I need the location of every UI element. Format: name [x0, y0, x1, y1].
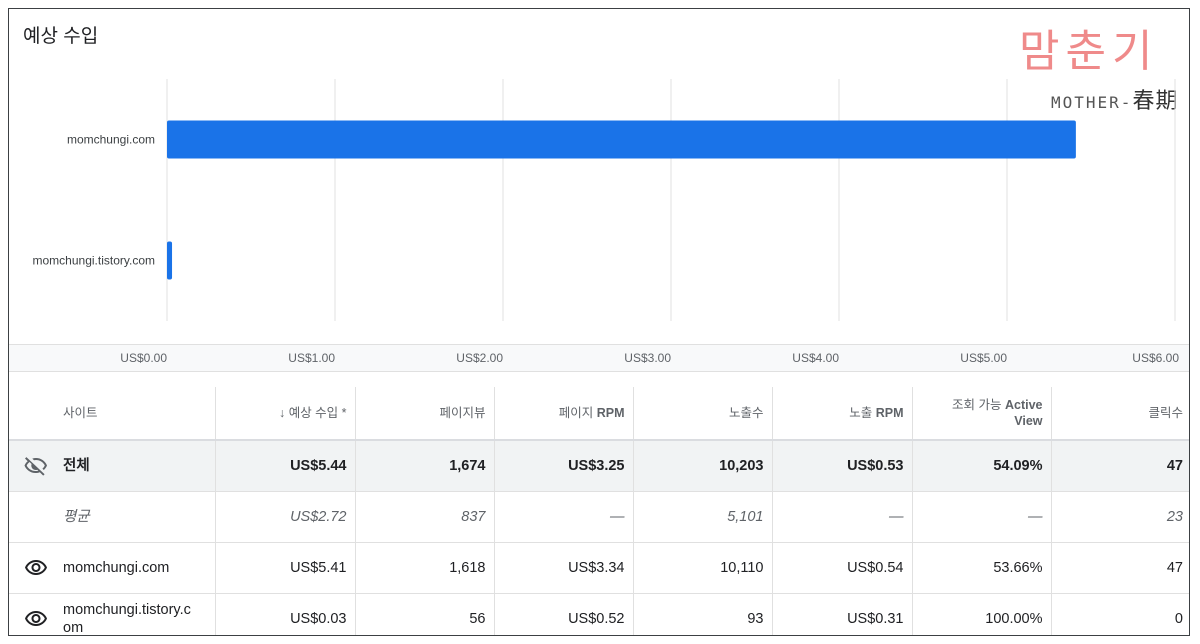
x-tick-label: US$5.00	[960, 351, 1007, 365]
cell-page-rpm: US$0.52	[494, 593, 634, 635]
y-category-label: momchungi.tistory.com	[33, 254, 155, 268]
x-tick-label: US$3.00	[624, 351, 671, 365]
cell-revenue: US$2.72	[215, 491, 356, 543]
cell-active-view: 53.66%	[912, 542, 1052, 594]
cell-site: momchungi.com	[9, 542, 216, 594]
cell-impressions: 93	[633, 593, 773, 635]
site-revenue-table: 사이트 ↓ 예상 수입 * 페이지뷰 페이지 RPM 노출수 노출 RPM 조회…	[9, 387, 1189, 636]
chart-svg: US$0.00 US$1.00 US$2.00 US$3.00 US$4.00 US$5.…	[33, 79, 1179, 365]
bar[interactable]	[167, 241, 173, 280]
cell-impressions: 10,110	[633, 542, 773, 594]
cell-clicks: 0	[1051, 593, 1189, 635]
col-header-active-view-en1: Active	[1004, 398, 1043, 412]
x-tick-label: US$2.00	[456, 351, 503, 365]
col-header-pageviews[interactable]: 페이지뷰	[355, 387, 495, 441]
site-name: momchungi.com	[63, 560, 170, 576]
cell-pageviews: 1,674	[355, 440, 495, 492]
table-row-average: 평균 US$2.72 837 — 5,101 — — 23	[9, 491, 1189, 543]
cell-active-view: 54.09%	[912, 440, 1052, 492]
col-header-imp-rpm[interactable]: 노출 RPM	[772, 387, 913, 441]
cell-impressions: 5,101	[633, 491, 773, 543]
col-header-revenue[interactable]: ↓ 예상 수입 *	[215, 387, 356, 441]
cell-pageviews: 1,618	[355, 542, 495, 594]
col-header-active-view[interactable]: 조회 가능 Active View	[912, 387, 1052, 441]
col-header-active-view-ko: 조회 가능	[952, 398, 1005, 412]
cell-pageviews: 837	[355, 491, 495, 543]
eye-icon[interactable]	[9, 607, 63, 631]
cell-imp-rpm: US$0.31	[772, 593, 913, 635]
cell-imp-rpm: US$0.53	[772, 440, 913, 492]
site-name: 전체	[63, 458, 90, 474]
cell-impressions: 10,203	[633, 440, 773, 492]
revenue-card: 예상 수입 맘춘기 MOTHER-春期 US$0.00 US$1.00 US$2.0…	[8, 8, 1190, 636]
col-header-site[interactable]: 사이트	[9, 387, 216, 441]
cell-page-rpm: US$3.25	[494, 440, 634, 492]
site-name: momchungi.tistory.c om	[63, 602, 191, 636]
col-header-page-rpm[interactable]: 페이지 RPM	[494, 387, 634, 441]
table-row-total: 전체 US$5.44 1,674 US$3.25 10,203 US$0.53 …	[9, 440, 1189, 492]
cell-site: 전체	[9, 440, 216, 492]
x-tick-label: US$6.00	[1132, 351, 1179, 365]
cell-page-rpm: —	[494, 491, 634, 543]
col-header-revenue-label: 예상 수입 *	[288, 406, 347, 420]
cell-site: 평균	[9, 491, 216, 543]
y-category-label: momchungi.com	[67, 133, 155, 147]
x-tick-label: US$4.00	[792, 351, 839, 365]
bar[interactable]	[167, 120, 1076, 159]
eye-icon[interactable]	[9, 556, 63, 580]
cell-page-rpm: US$3.34	[494, 542, 634, 594]
cell-revenue: US$0.03	[215, 593, 356, 635]
cell-imp-rpm: —	[772, 491, 913, 543]
cell-revenue: US$5.41	[215, 542, 356, 594]
revenue-bar-chart: US$0.00 US$1.00 US$2.00 US$3.00 US$4.00 US$5.…	[9, 9, 1189, 389]
table-row: momchungi.com US$5.41 1,618 US$3.34 10,1…	[9, 542, 1189, 594]
x-tick-label: US$1.00	[288, 351, 335, 365]
col-header-clicks[interactable]: 클릭수	[1051, 387, 1189, 441]
cell-clicks: 47	[1051, 440, 1189, 492]
cell-active-view: —	[912, 491, 1052, 543]
col-header-imp-rpm-ko: 노출	[849, 406, 876, 420]
cell-active-view: 100.00%	[912, 593, 1052, 635]
cell-pageviews: 56	[355, 593, 495, 635]
table-header-row: 사이트 ↓ 예상 수입 * 페이지뷰 페이지 RPM 노출수 노출 RPM 조회…	[9, 387, 1189, 441]
cell-clicks: 47	[1051, 542, 1189, 594]
eye-off-icon[interactable]	[9, 454, 63, 478]
cell-site: momchungi.tistory.c om	[9, 593, 216, 636]
col-header-page-rpm-ko: 페이지	[558, 406, 597, 420]
cell-revenue: US$5.44	[215, 440, 356, 492]
col-header-imp-rpm-en: RPM	[875, 406, 904, 420]
site-name: 평균	[63, 509, 90, 525]
col-header-active-view-en2: View	[1014, 414, 1043, 428]
x-tick-label: US$0.00	[120, 351, 167, 365]
col-header-impressions[interactable]: 노출수	[633, 387, 773, 441]
cell-clicks: 23	[1051, 491, 1189, 543]
col-header-page-rpm-en: RPM	[596, 406, 625, 420]
table-row: momchungi.tistory.c om US$0.03 56 US$0.5…	[9, 593, 1189, 636]
sort-desc-icon: ↓	[278, 406, 289, 420]
cell-imp-rpm: US$0.54	[772, 542, 913, 594]
